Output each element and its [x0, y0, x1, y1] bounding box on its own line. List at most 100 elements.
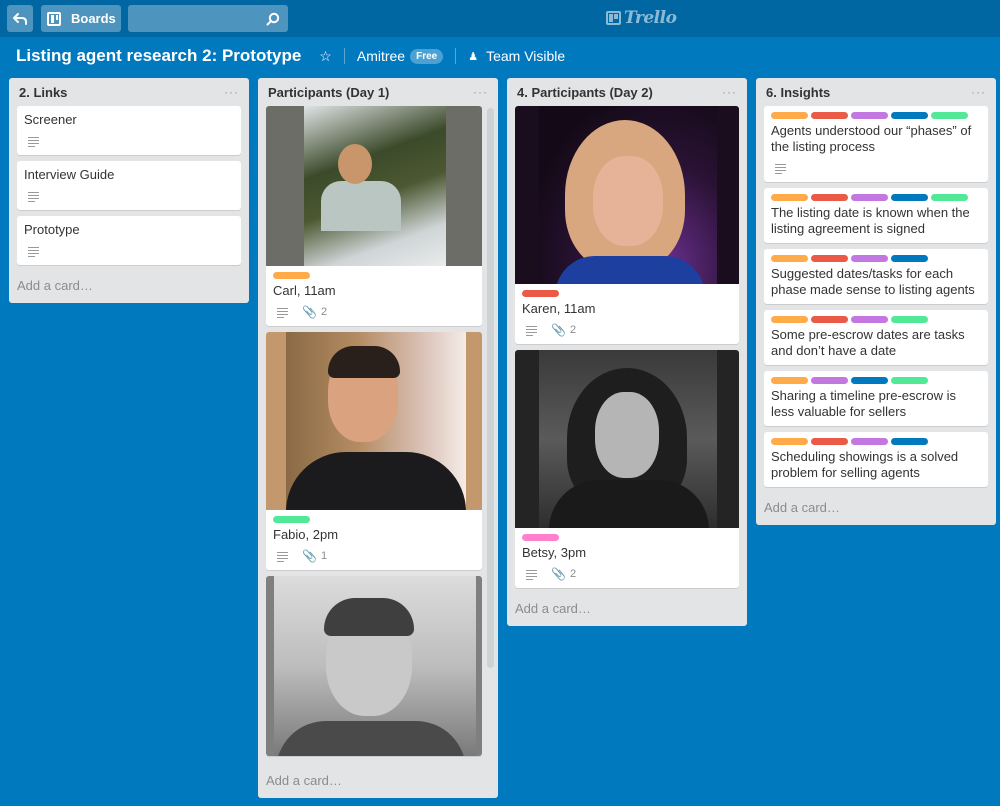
description-icon — [526, 325, 537, 336]
card-karen[interactable]: Karen, 11am 📎 2 — [515, 106, 739, 344]
list-menu-icon[interactable]: ··· — [473, 85, 488, 99]
attachment-icon: 📎 — [551, 323, 566, 337]
board-title[interactable]: Listing agent research 2: Prototype — [16, 46, 301, 66]
description-icon — [277, 307, 288, 318]
label-orange — [273, 272, 310, 279]
label-red — [811, 112, 848, 119]
label-purple — [851, 255, 888, 262]
label-blue — [891, 255, 928, 262]
back-button[interactable] — [7, 5, 33, 32]
top-header: Boards Trello — [0, 0, 1000, 37]
card-screener[interactable]: Screener — [17, 106, 241, 155]
search-box[interactable] — [128, 5, 288, 32]
label-green — [931, 194, 968, 201]
add-card-button[interactable]: Add a card… — [507, 594, 747, 626]
card-interview-guide[interactable]: Interview Guide — [17, 161, 241, 210]
card-cover-photo — [266, 332, 482, 510]
insight-card[interactable]: Scheduling showings is a solved problem … — [764, 432, 988, 487]
list-menu-icon[interactable]: ··· — [971, 85, 986, 99]
list-title[interactable]: 6. Insights — [766, 85, 830, 100]
insight-card[interactable]: Some pre-escrow dates are tasks and don’… — [764, 310, 988, 365]
org-plan-badge: Free — [410, 48, 444, 64]
label-pink — [522, 534, 559, 541]
list-title[interactable]: 4. Participants (Day 2) — [517, 85, 653, 100]
list-menu-icon[interactable]: ··· — [224, 85, 239, 99]
label-red — [522, 290, 559, 297]
label-green — [891, 316, 928, 323]
insight-card[interactable]: Agents understood our “phases” of the li… — [764, 106, 988, 182]
card-title: Suggested dates/tasks for each phase mad… — [771, 266, 975, 297]
attachment-count: 2 — [569, 568, 577, 580]
add-card-button[interactable]: Add a card… — [756, 493, 996, 525]
label-orange — [771, 316, 808, 323]
visibility-label: Team Visible — [486, 48, 566, 64]
card-title: Interview Guide — [24, 167, 115, 182]
visibility-button[interactable]: ♟ Team Visible — [468, 48, 565, 64]
description-icon — [28, 191, 39, 202]
description-icon — [775, 163, 786, 174]
label-orange — [771, 112, 808, 119]
attachment-icon: 📎 — [302, 549, 317, 563]
add-card-button[interactable]: Add a card… — [9, 271, 249, 303]
label-red — [811, 255, 848, 262]
card-title: Prototype — [24, 222, 80, 237]
card-cover-photo — [266, 106, 482, 266]
search-icon[interactable] — [266, 12, 280, 26]
back-arrow-icon — [13, 12, 27, 25]
label-purple — [851, 316, 888, 323]
insight-card[interactable]: Suggested dates/tasks for each phase mad… — [764, 249, 988, 304]
list-scrollbar[interactable] — [487, 108, 494, 668]
trello-logo[interactable]: Trello — [606, 8, 677, 28]
card-title: Sharing a timeline pre-escrow is less va… — [771, 388, 956, 419]
attachment-count: 1 — [320, 550, 328, 562]
description-icon — [277, 551, 288, 562]
logo-text: Trello — [624, 8, 677, 28]
label-green — [273, 516, 310, 523]
boards-button[interactable]: Boards — [41, 5, 121, 32]
attachment-count: 2 — [569, 324, 577, 336]
label-orange — [771, 194, 808, 201]
description-icon — [526, 569, 537, 580]
label-blue — [891, 194, 928, 201]
card-title: Carl, 11am — [273, 283, 336, 298]
card-prototype[interactable]: Prototype — [17, 216, 241, 265]
boards-label: Boards — [71, 11, 116, 26]
label-purple — [811, 377, 848, 384]
card-title: The listing date is known when the listi… — [771, 205, 970, 236]
label-red — [811, 194, 848, 201]
label-orange — [771, 255, 808, 262]
card-title: Agents understood our “phases” of the li… — [771, 123, 972, 154]
card-title: Some pre-escrow dates are tasks and don’… — [771, 327, 965, 358]
label-blue — [891, 112, 928, 119]
card-title: Betsy, 3pm — [522, 545, 587, 560]
label-purple — [851, 194, 888, 201]
org-name[interactable]: Amitree — [357, 48, 405, 64]
card-betsy[interactable]: Betsy, 3pm 📎 2 — [515, 350, 739, 588]
list-title[interactable]: 2. Links — [19, 85, 67, 100]
attachment-icon: 📎 — [551, 567, 566, 581]
label-purple — [851, 438, 888, 445]
insight-card[interactable]: The listing date is known when the listi… — [764, 188, 988, 243]
label-orange — [771, 438, 808, 445]
insight-card[interactable]: Sharing a timeline pre-escrow is less va… — [764, 371, 988, 426]
label-red — [811, 316, 848, 323]
card-fabio[interactable]: Fabio, 2pm 📎 1 — [266, 332, 482, 570]
attachment-icon: 📎 — [302, 305, 317, 319]
boards-icon — [47, 11, 61, 26]
card-carl[interactable]: Carl, 11am 📎 2 — [266, 106, 482, 326]
search-input[interactable] — [128, 5, 288, 32]
label-orange — [771, 377, 808, 384]
label-blue — [851, 377, 888, 384]
list-participants-day-1: Participants (Day 1) ··· Carl, 11am 📎 2 … — [258, 78, 498, 798]
description-icon — [28, 246, 39, 257]
list-insights: 6. Insights ··· Agents understood our “p… — [756, 78, 996, 525]
list-menu-icon[interactable]: ··· — [722, 85, 737, 99]
star-icon[interactable]: ☆ — [319, 48, 332, 65]
label-green — [891, 377, 928, 384]
board-header: Listing agent research 2: Prototype ☆ Am… — [0, 37, 1000, 75]
card-title: Screener — [24, 112, 77, 127]
list-title[interactable]: Participants (Day 1) — [268, 85, 389, 100]
add-card-button[interactable]: Add a card… — [258, 766, 350, 798]
card-participant-3[interactable] — [266, 576, 482, 756]
team-icon: ♟ — [468, 50, 479, 63]
